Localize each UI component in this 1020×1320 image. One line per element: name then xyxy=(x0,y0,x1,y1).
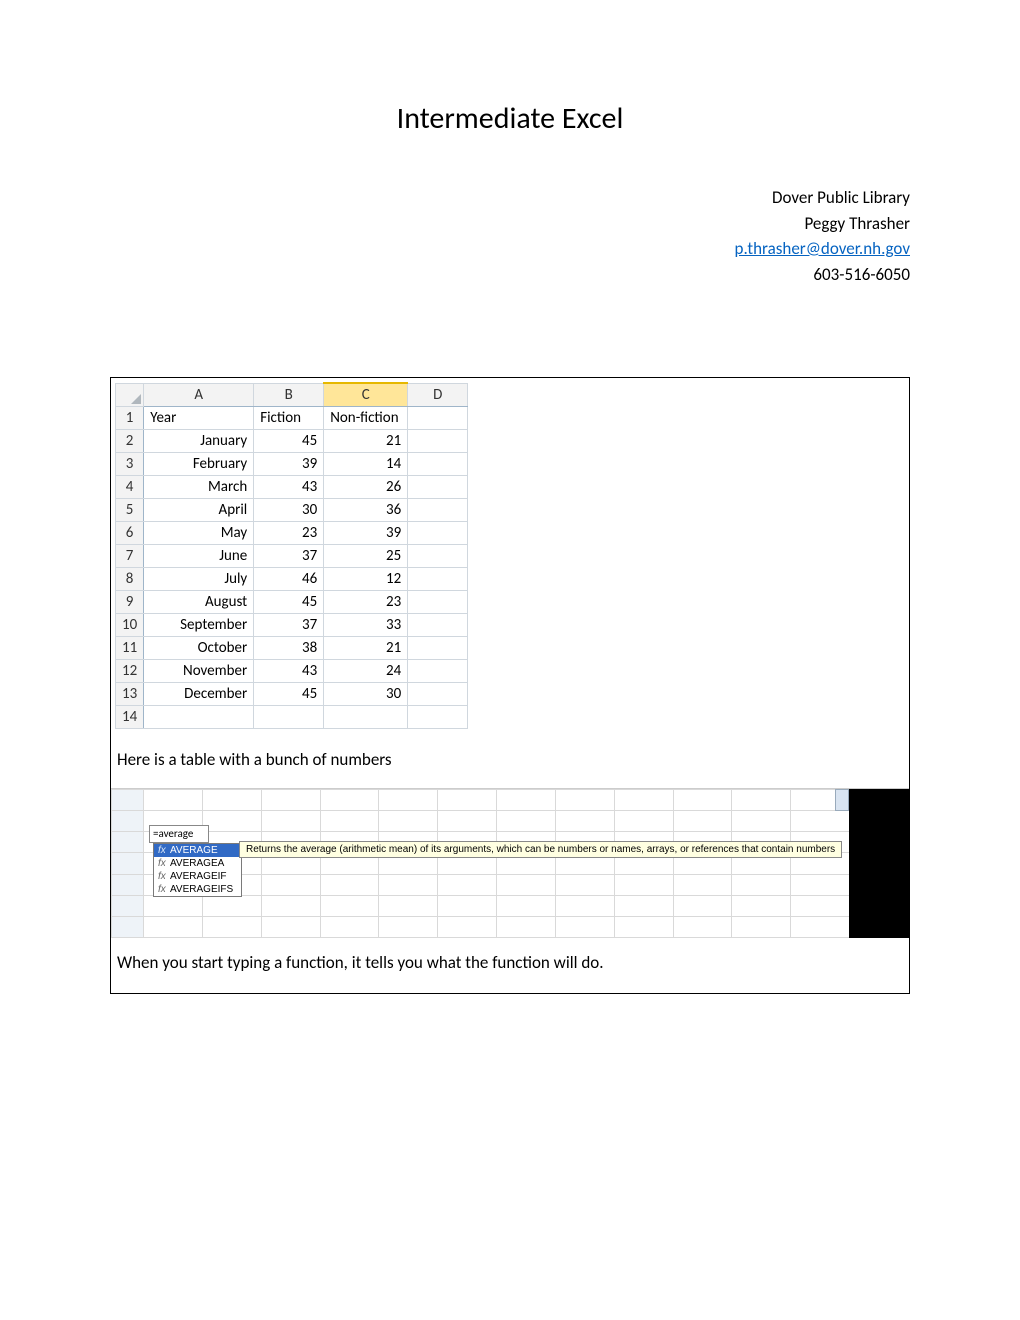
cell[interactable]: April xyxy=(144,499,254,522)
cell[interactable]: September xyxy=(144,614,254,637)
cell[interactable] xyxy=(408,430,468,453)
fx-icon: fx xyxy=(158,845,166,856)
cell[interactable]: 21 xyxy=(324,430,408,453)
cell[interactable]: 37 xyxy=(254,545,324,568)
formula-input[interactable]: =average xyxy=(149,825,209,843)
autocomplete-list[interactable]: fx AVERAGEfx AVERAGEAfx AVERAGEIFfx AVER… xyxy=(153,843,242,897)
autocomplete-item[interactable]: fx AVERAGEIF xyxy=(154,870,241,883)
cell[interactable]: 45 xyxy=(254,591,324,614)
row-header[interactable]: 2 xyxy=(116,430,144,453)
cell[interactable]: 26 xyxy=(324,476,408,499)
cell[interactable] xyxy=(408,545,468,568)
cell[interactable]: 39 xyxy=(324,522,408,545)
cell[interactable] xyxy=(408,522,468,545)
scrollbar-thumb[interactable] xyxy=(835,789,849,811)
cell[interactable] xyxy=(144,706,254,729)
fx-icon: fx xyxy=(158,871,166,882)
cell[interactable]: 14 xyxy=(324,453,408,476)
cell[interactable] xyxy=(408,453,468,476)
fx-icon: fx xyxy=(158,858,166,869)
content-box: A B C D 1YearFictionNon-fiction2January4… xyxy=(110,377,910,994)
row-header[interactable]: 11 xyxy=(116,637,144,660)
page-title: Intermediate Excel xyxy=(110,100,910,137)
row-header[interactable]: 9 xyxy=(116,591,144,614)
cell[interactable] xyxy=(408,499,468,522)
cell[interactable] xyxy=(408,683,468,706)
cell[interactable] xyxy=(408,706,468,729)
cell[interactable]: 30 xyxy=(254,499,324,522)
row-header[interactable]: 8 xyxy=(116,568,144,591)
autocomplete-item[interactable]: fx AVERAGEIFS xyxy=(154,883,241,896)
cell[interactable]: May xyxy=(144,522,254,545)
formula-figure: =average fx AVERAGEfx AVERAGEAfx AVERAGE… xyxy=(111,788,909,938)
excel-grid: A B C D 1YearFictionNon-fiction2January4… xyxy=(115,382,468,729)
cell[interactable]: 45 xyxy=(254,683,324,706)
cell[interactable]: June xyxy=(144,545,254,568)
row-header[interactable]: 1 xyxy=(116,407,144,430)
cell[interactable]: 12 xyxy=(324,568,408,591)
caption-table: Here is a table with a bunch of numbers xyxy=(111,737,909,788)
cell[interactable]: 23 xyxy=(254,522,324,545)
row-header[interactable]: 13 xyxy=(116,683,144,706)
cell[interactable]: Non-fiction xyxy=(324,407,408,430)
fx-icon: fx xyxy=(158,884,166,895)
org-name: Dover Public Library xyxy=(110,185,910,211)
autocomplete-item[interactable]: fx AVERAGEA xyxy=(154,857,241,870)
phone-number: 603-516-6050 xyxy=(110,262,910,288)
author-name: Peggy Thrasher xyxy=(110,211,910,237)
cell[interactable]: 23 xyxy=(324,591,408,614)
email-link[interactable]: p.thrasher@dover.nh.gov xyxy=(735,238,910,259)
cell[interactable] xyxy=(254,706,324,729)
cell[interactable]: December xyxy=(144,683,254,706)
cell[interactable]: 43 xyxy=(254,476,324,499)
cell[interactable]: 39 xyxy=(254,453,324,476)
cell[interactable] xyxy=(408,660,468,683)
cell[interactable]: 30 xyxy=(324,683,408,706)
row-header[interactable]: 7 xyxy=(116,545,144,568)
cell[interactable] xyxy=(408,637,468,660)
cell[interactable]: 33 xyxy=(324,614,408,637)
autocomplete-item[interactable]: fx AVERAGE xyxy=(154,844,241,857)
row-header[interactable]: 5 xyxy=(116,499,144,522)
cell[interactable]: 43 xyxy=(254,660,324,683)
column-header-D[interactable]: D xyxy=(408,383,468,407)
function-tooltip: Returns the average (arithmetic mean) of… xyxy=(239,841,842,858)
cell[interactable]: 46 xyxy=(254,568,324,591)
cell[interactable]: February xyxy=(144,453,254,476)
cell[interactable] xyxy=(408,407,468,430)
cell[interactable]: 25 xyxy=(324,545,408,568)
cell[interactable]: November xyxy=(144,660,254,683)
cell[interactable]: January xyxy=(144,430,254,453)
column-header-A[interactable]: A xyxy=(144,383,254,407)
column-header-B[interactable]: B xyxy=(254,383,324,407)
cell[interactable]: August xyxy=(144,591,254,614)
row-header[interactable]: 10 xyxy=(116,614,144,637)
cell[interactable]: October xyxy=(144,637,254,660)
cell[interactable] xyxy=(408,614,468,637)
cell[interactable]: Year xyxy=(144,407,254,430)
cell[interactable] xyxy=(408,476,468,499)
cell[interactable]: 38 xyxy=(254,637,324,660)
cell[interactable]: July xyxy=(144,568,254,591)
cell[interactable] xyxy=(408,591,468,614)
row-header[interactable]: 14 xyxy=(116,706,144,729)
row-header[interactable]: 4 xyxy=(116,476,144,499)
cell[interactable]: March xyxy=(144,476,254,499)
row-header[interactable]: 3 xyxy=(116,453,144,476)
cell[interactable]: Fiction xyxy=(254,407,324,430)
cell[interactable]: 36 xyxy=(324,499,408,522)
header-info: Dover Public Library Peggy Thrasher p.th… xyxy=(110,185,910,287)
black-strip xyxy=(849,789,909,938)
cell[interactable] xyxy=(324,706,408,729)
row-header[interactable]: 6 xyxy=(116,522,144,545)
select-all-corner[interactable] xyxy=(116,383,144,407)
column-header-C[interactable]: C xyxy=(324,383,408,407)
cell[interactable]: 45 xyxy=(254,430,324,453)
cell[interactable]: 24 xyxy=(324,660,408,683)
cell[interactable] xyxy=(408,568,468,591)
caption-formula: When you start typing a function, it tel… xyxy=(111,938,909,993)
cell[interactable]: 21 xyxy=(324,637,408,660)
cell[interactable]: 37 xyxy=(254,614,324,637)
row-header[interactable]: 12 xyxy=(116,660,144,683)
